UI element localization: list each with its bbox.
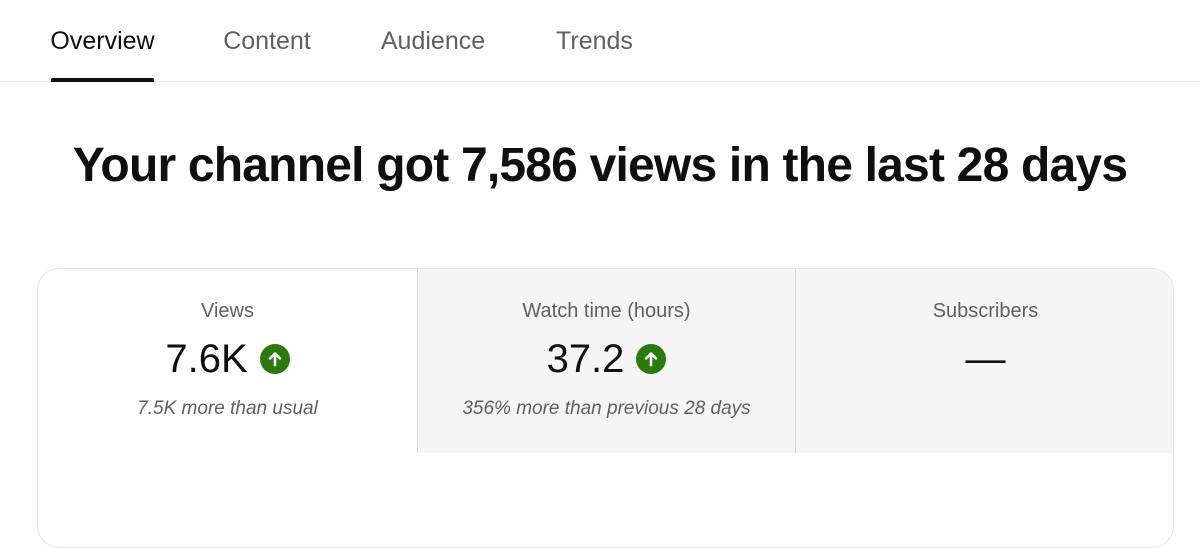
tab-content[interactable]: Content <box>222 0 312 82</box>
tab-overview[interactable]: Overview <box>50 0 155 82</box>
metric-subscribers-value: — <box>965 337 1006 381</box>
metric-views-value: 7.6K <box>165 337 248 381</box>
key-metrics-card: Views 7.6K 7.5K more than usual Watch ti… <box>37 268 1174 548</box>
overview-headline: Your channel got 7,586 views in the last… <box>72 139 1128 192</box>
metric-watch-time[interactable]: Watch time (hours) 37.2 356% more than p… <box>417 269 795 453</box>
metric-views-note: 7.5K more than usual <box>137 398 318 419</box>
arrow-up-circle-icon <box>636 344 667 374</box>
metric-subscribers[interactable]: Subscribers — <box>795 269 1173 453</box>
tab-audience[interactable]: Audience <box>380 0 486 82</box>
metric-watch-time-note: 356% more than previous 28 days <box>462 398 751 419</box>
tab-trends[interactable]: Trends <box>556 0 633 82</box>
metric-subscribers-label: Subscribers <box>932 300 1039 322</box>
metric-views-label: Views <box>201 300 254 322</box>
metric-views[interactable]: Views 7.6K 7.5K more than usual <box>38 269 417 453</box>
metric-watch-time-value-row: 37.2 <box>418 335 795 383</box>
arrow-up-circle-icon <box>259 344 290 374</box>
metric-views-value-row: 7.6K <box>38 335 417 383</box>
metric-watch-time-value: 37.2 <box>546 337 625 381</box>
analytics-tabs: Overview Content Audience Trends <box>0 0 1200 82</box>
metric-watch-time-label: Watch time (hours) <box>522 300 691 322</box>
